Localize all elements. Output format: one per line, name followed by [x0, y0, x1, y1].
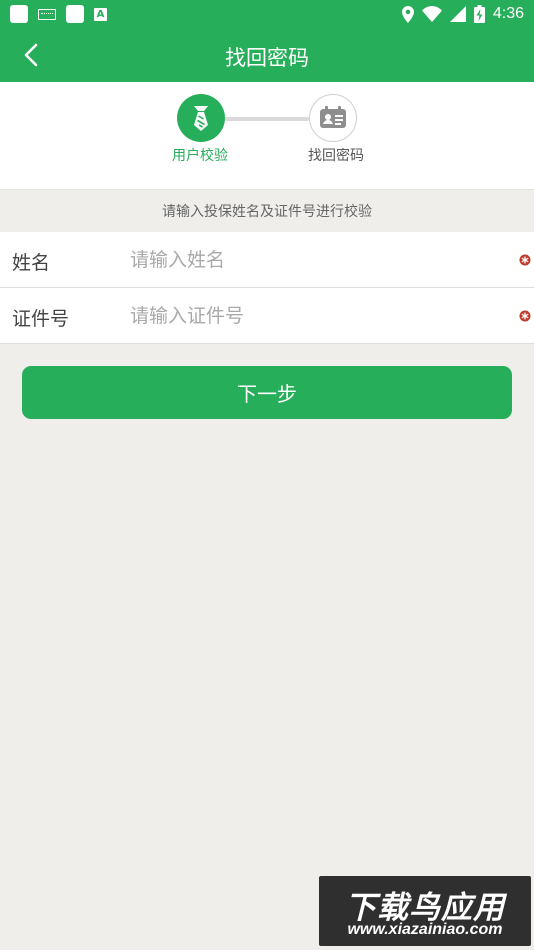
id-number-row: 证件号: [0, 288, 534, 344]
name-row: 姓名: [0, 232, 534, 288]
watermark-url: www.xiazainiao.com: [347, 921, 503, 938]
nav-bar: 找回密码: [0, 28, 534, 82]
step-label-user-verify: 用户校验: [172, 148, 228, 164]
wifi-icon: [421, 6, 442, 22]
id-card-icon: [320, 106, 346, 128]
required-icon: [519, 310, 531, 322]
step-user-verify: [177, 94, 225, 142]
form-hint: 请输入投保姓名及证件号进行校验: [0, 189, 534, 232]
watermark-logo: 下载鸟应用 www.xiazainiao.com: [319, 876, 531, 946]
status-bar: A 4:36: [0, 0, 534, 28]
app-square-icon: [66, 5, 84, 23]
step-connector: [225, 117, 309, 121]
id-number-label: 证件号: [12, 308, 70, 330]
page-title: 找回密码: [225, 46, 309, 70]
id-number-input[interactable]: [130, 298, 490, 334]
signal-icon: [449, 6, 466, 22]
next-button[interactable]: 下一步: [22, 366, 512, 419]
battery-charging-icon: [473, 5, 485, 23]
app-square-icon: [10, 5, 28, 23]
stepper: 用户校验 找回密码: [0, 82, 534, 189]
status-bar-left: A: [10, 5, 107, 23]
status-time: 4:36: [492, 5, 524, 22]
tie-icon: [194, 106, 208, 131]
a-badge-icon: A: [94, 7, 107, 21]
name-label: 姓名: [12, 252, 51, 274]
keyboard-icon: [38, 8, 56, 20]
name-input[interactable]: [130, 242, 490, 278]
step-label-recover-password: 找回密码: [308, 148, 364, 164]
status-bar-right: 4:36: [401, 5, 524, 23]
step-recover-password: [309, 94, 357, 142]
location-icon: [401, 5, 414, 23]
required-icon: [519, 254, 531, 266]
